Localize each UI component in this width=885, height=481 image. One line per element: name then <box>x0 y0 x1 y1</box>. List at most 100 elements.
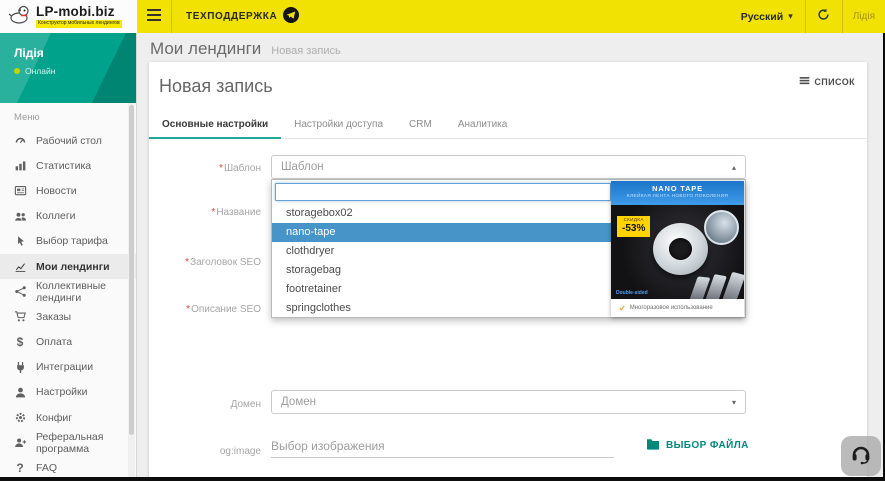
sidebar-item-config[interactable]: Конфиг <box>0 405 136 430</box>
hamburger-icon <box>147 8 161 26</box>
dashboard-icon <box>13 134 27 148</box>
list-button[interactable]: СПИСОК <box>799 75 855 88</box>
sidebar-scrollbar[interactable] <box>128 103 135 480</box>
topbar-username[interactable]: Лідія <box>843 0 885 33</box>
sidebar-item-desktop[interactable]: Рабочий стол <box>0 128 136 153</box>
required-mark: * <box>186 304 191 315</box>
tab-main-settings[interactable]: Основные настройки <box>149 111 282 139</box>
template-dropdown: storagebox02 nano-tape clothdryer storag… <box>271 179 746 318</box>
sidebar-menu: Рабочий стол Статистика Новости Коллеги <box>0 128 136 481</box>
preview-header: NANO TAPE КЛЕЙКАЯ ЛЕНТА НОВОГО ПОКОЛЕНИЯ <box>611 181 744 205</box>
main-content: Мои лендинги Новая запись Новая запись С… <box>138 33 885 480</box>
bar-chart-icon <box>13 159 27 173</box>
form-card: Новая запись СПИСОК Основные настройки Н… <box>149 62 867 480</box>
og-image-field-label: og:image <box>219 446 261 457</box>
tab-crm[interactable]: CRM <box>396 111 445 138</box>
cart-icon <box>13 310 27 324</box>
name-field-label: *Название <box>211 207 261 218</box>
dropdown-option-storagebox02[interactable]: storagebox02 <box>272 204 612 223</box>
dropdown-option-storagebag[interactable]: storagebag <box>272 261 612 280</box>
preview-feature-text: Многоразовое использование <box>629 305 713 311</box>
list-icon <box>799 75 810 88</box>
sidebar-item-label: Рабочий стол <box>36 134 102 147</box>
dropdown-option-nano-tape[interactable]: nano-tape <box>272 223 612 242</box>
dollar-icon: $ <box>16 335 24 350</box>
dropdown-option-clothdryer[interactable]: clothdryer <box>272 242 612 261</box>
sidebar-item-payment[interactable]: $ Оплата <box>0 330 136 355</box>
gear-icon <box>13 411 27 425</box>
template-select-placeholder: Шаблон <box>281 161 324 173</box>
support-button[interactable]: ТЕХПОДДЕРЖКА <box>172 0 313 33</box>
online-status-dot <box>14 68 20 74</box>
sidebar-scrollbar-thumb[interactable] <box>129 105 134 435</box>
sidebar-user-name: Лідія <box>14 46 44 60</box>
caret-down-icon: ▾ <box>731 397 736 407</box>
dropdown-option-springclothes[interactable]: springclothes <box>272 299 612 318</box>
support-chat-button[interactable] <box>841 436 881 476</box>
template-select[interactable]: Шаблон ▴ <box>271 155 746 179</box>
tab-bar: Основные настройки Настройки доступа CRM… <box>149 111 867 139</box>
hamburger-menu-button[interactable] <box>137 0 171 33</box>
support-label: ТЕХПОДДЕРЖКА <box>186 11 278 22</box>
topbar: LP-mobi.biz Конструктор мобильных лендин… <box>0 0 885 33</box>
domain-select-placeholder: Домен <box>281 396 316 408</box>
domain-select[interactable]: Домен ▾ <box>271 390 746 414</box>
choose-file-button[interactable]: ВЫБОР ФАЙЛА <box>646 438 749 453</box>
tab-analytics[interactable]: Аналитика <box>445 111 521 138</box>
preview-subtitle: КЛЕЙКАЯ ЛЕНТА НОВОГО ПОКОЛЕНИЯ <box>626 194 729 199</box>
required-mark: * <box>185 257 190 268</box>
logo-tagline: Конструктор мобильных лендингов <box>36 20 122 28</box>
language-selector[interactable]: Русский ▾ <box>729 0 805 33</box>
plug-icon <box>13 360 27 374</box>
sidebar-item-label: Конфиг <box>36 411 73 424</box>
preview-feature-row: ✔ Многоразовое использование <box>611 299 744 317</box>
online-status-label: Онлайн <box>25 66 56 76</box>
discount-badge: СКИДКА -53% <box>617 216 651 237</box>
sidebar-item-news[interactable]: Новости <box>0 178 136 203</box>
sidebar-item-integrations[interactable]: Интеграции <box>0 355 136 380</box>
sidebar-item-tariff[interactable]: Выбор тарифа <box>0 229 136 254</box>
language-label: Русский <box>740 10 784 23</box>
sidebar-user-panel: Лідія Онлайн <box>0 33 136 103</box>
headset-icon <box>849 442 873 471</box>
og-image-input[interactable] <box>271 434 614 458</box>
cursor-icon <box>13 234 27 248</box>
sidebar-item-my-landings[interactable]: Мои лендинги <box>0 253 136 280</box>
seo-title-field-label: *Заголовок SEO <box>185 257 261 268</box>
dropdown-option-footretainer[interactable]: footretainer <box>272 280 612 299</box>
sidebar-item-collective-landings[interactable]: Коллективные лендинги <box>0 279 136 304</box>
domain-field-label: Домен <box>230 399 261 410</box>
sidebar-item-label: Коллеги <box>36 210 76 223</box>
user-plus-icon <box>13 436 27 450</box>
sidebar-item-label: Интеграции <box>36 361 94 374</box>
sidebar: Лідія Онлайн Меню Рабочий стол Статистик… <box>0 33 137 480</box>
tab-access-settings[interactable]: Настройки доступа <box>281 111 396 138</box>
sidebar-item-colleagues[interactable]: Коллеги <box>0 204 136 229</box>
template-preview: NANO TAPE КЛЕЙКАЯ ЛЕНТА НОВОГО ПОКОЛЕНИЯ… <box>611 181 744 317</box>
sidebar-item-statistics[interactable]: Статистика <box>0 153 136 178</box>
preview-caption: Double-sided <box>616 290 648 296</box>
dropdown-search-input[interactable] <box>275 183 611 201</box>
page-header: Мои лендинги Новая запись <box>138 33 885 59</box>
preview-title: NANO TAPE <box>652 184 703 193</box>
sidebar-item-settings[interactable]: Настройки <box>0 380 136 405</box>
sidebar-item-label: FAQ <box>36 462 58 475</box>
sidebar-user-status: Онлайн <box>14 66 136 76</box>
tape-roll-graphic <box>653 223 708 275</box>
refresh-button[interactable] <box>806 0 842 33</box>
logo[interactable]: LP-mobi.biz Конструктор мобильных лендин… <box>0 0 137 33</box>
sidebar-item-referral[interactable]: Реферальная программа <box>0 430 136 455</box>
sidebar-item-label: Оплата <box>36 336 73 349</box>
users-icon <box>13 209 27 223</box>
required-mark: * <box>219 163 223 174</box>
sidebar-item-orders[interactable]: Заказы <box>0 304 136 329</box>
sidebar-item-label: Выбор тарифа <box>36 235 108 248</box>
list-button-label: СПИСОК <box>814 76 855 87</box>
card-title: Новая запись <box>159 76 273 96</box>
logo-title: LP-mobi.biz <box>36 4 115 20</box>
sidebar-item-label: Настройки <box>36 386 88 399</box>
breadcrumb: Новая запись <box>271 45 341 57</box>
share-icon <box>13 285 27 299</box>
preview-product-image: СКИДКА -53% Double-sided <box>611 205 744 299</box>
